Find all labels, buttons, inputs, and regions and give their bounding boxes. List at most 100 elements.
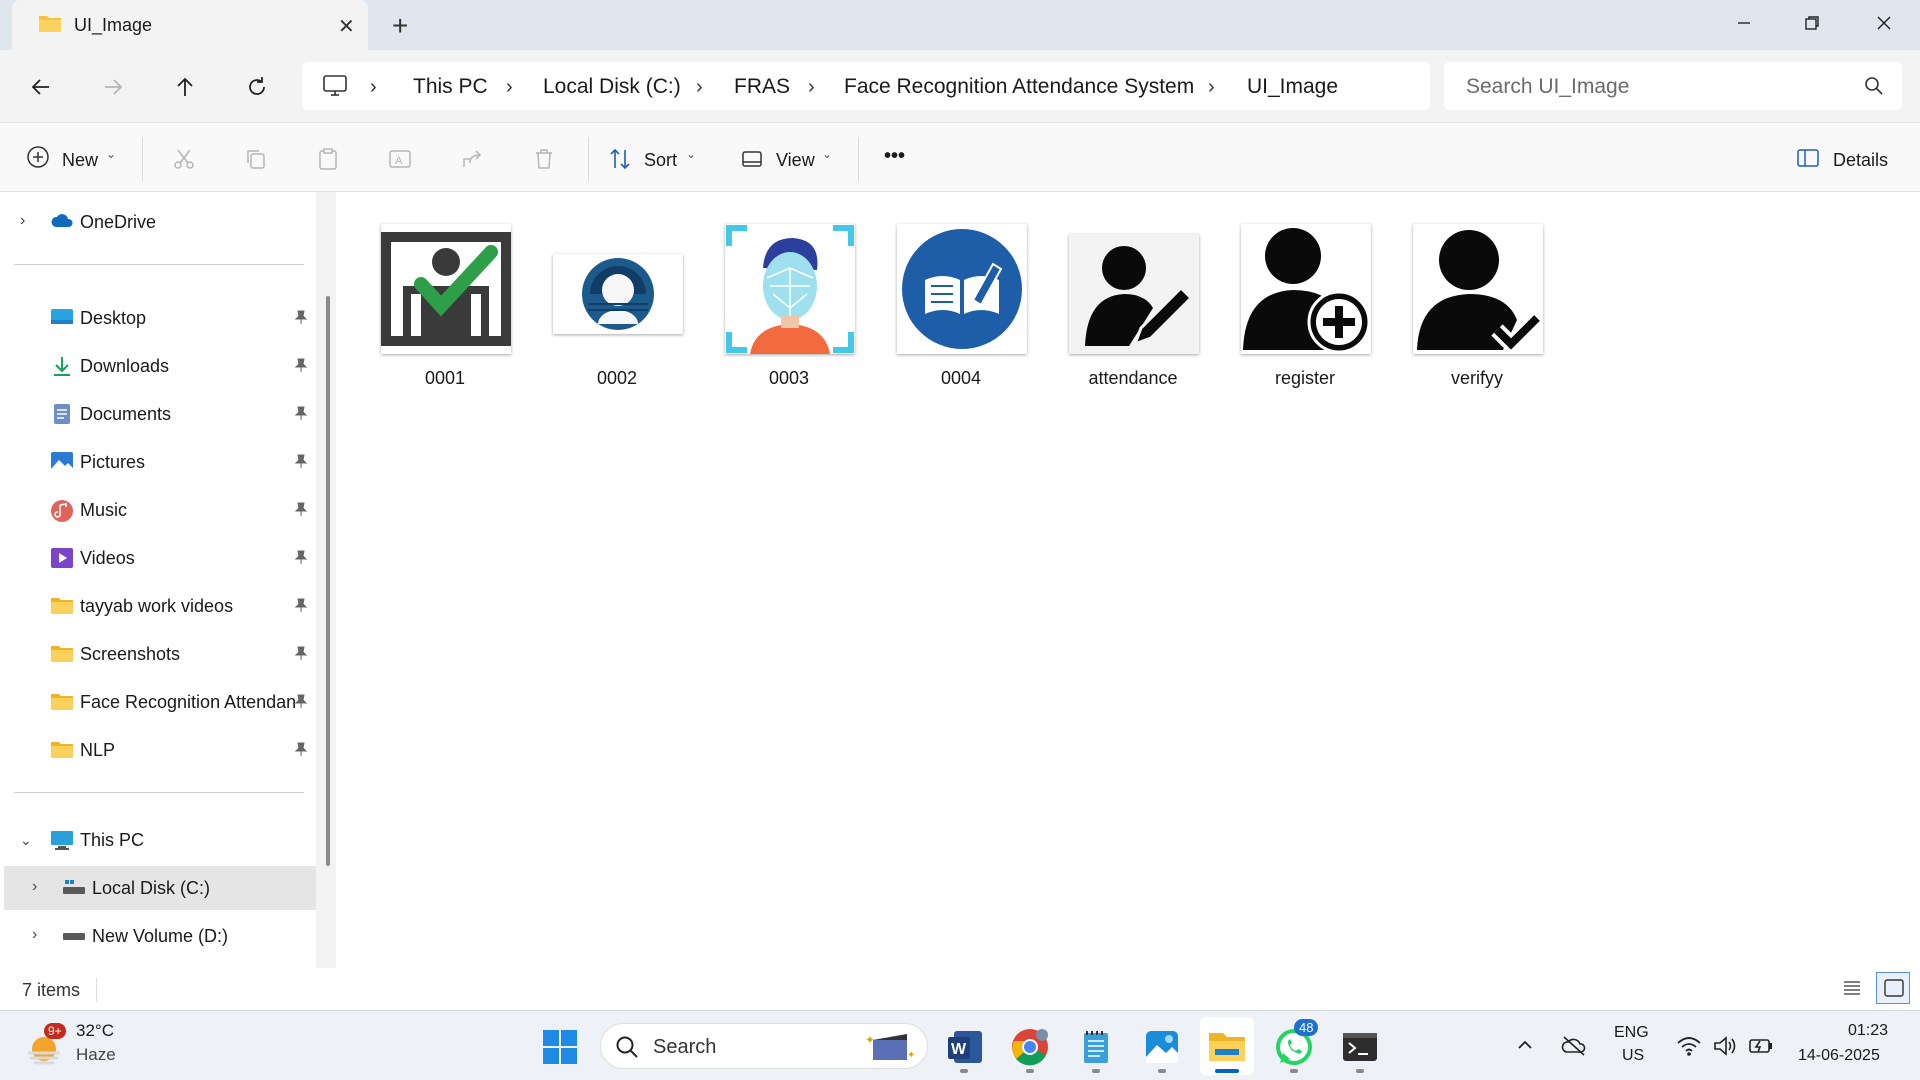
rename-button[interactable]: A (388, 147, 412, 171)
copy-icon (247, 150, 265, 169)
more-options-button[interactable]: ••• (884, 145, 905, 168)
sort-button[interactable]: Sort (644, 150, 677, 171)
sidebar-item-music[interactable]: Music (0, 488, 316, 532)
minimize-button[interactable] (1724, 8, 1764, 38)
sidebar-item-face-recognition[interactable]: Face Recognition Attendan (0, 680, 316, 724)
sidebar-item-pictures[interactable]: Pictures (0, 440, 316, 484)
close-window-button[interactable] (1864, 8, 1904, 38)
drive-icon (62, 877, 86, 897)
chevron-right-icon[interactable]: › (20, 212, 25, 230)
onedrive-status-icon[interactable] (1560, 1033, 1588, 1057)
clock-date[interactable]: 14-06-2025 (1798, 1047, 1880, 1065)
volume-icon[interactable] (1712, 1035, 1738, 1057)
breadcrumb-fras[interactable]: FRAS (734, 75, 790, 99)
file-item-0003[interactable]: 0003 (714, 208, 864, 388)
terminal-app-button[interactable] (1340, 1027, 1380, 1067)
back-button[interactable] (26, 72, 56, 102)
svg-text:A: A (395, 155, 403, 167)
chevron-right-icon[interactable]: › (506, 76, 513, 99)
show-hidden-icons-button[interactable] (1515, 1035, 1535, 1055)
weather-widget[interactable]: 9+ (24, 1023, 66, 1067)
share-button[interactable] (460, 147, 484, 171)
details-button[interactable]: Details (1833, 150, 1888, 171)
file-item-verifyy[interactable]: verifyy (1402, 208, 1552, 388)
folder-icon (50, 643, 74, 663)
clock-time[interactable]: 01:23 (1848, 1022, 1888, 1040)
terminal-icon (1343, 1033, 1377, 1061)
breadcrumb-ui-image[interactable]: UI_Image (1247, 75, 1338, 99)
search-icon (615, 1035, 639, 1059)
sidebar-item-screenshots[interactable]: Screenshots (0, 632, 316, 676)
breadcrumb-this-pc[interactable]: This PC (413, 75, 488, 99)
sidebar-scrollbar-thumb[interactable] (326, 296, 330, 866)
chevron-right-icon[interactable]: › (32, 926, 37, 944)
whatsapp-app-button[interactable]: 48 (1274, 1019, 1319, 1067)
wifi-icon[interactable] (1676, 1035, 1702, 1057)
sidebar-item-documents[interactable]: Documents (0, 392, 316, 436)
new-button[interactable]: New (62, 150, 98, 171)
start-button[interactable] (540, 1027, 580, 1067)
sidebar-item-local-disk-c[interactable]: › Local Disk (C:) (4, 866, 316, 910)
chevron-down-icon: ⌄ (686, 147, 697, 161)
language-indicator[interactable]: ENG (1614, 1024, 1649, 1042)
copy-button[interactable] (244, 147, 268, 171)
sidebar-item-onedrive[interactable]: › OneDrive (0, 200, 316, 244)
refresh-button[interactable] (242, 72, 272, 102)
sidebar-item-new-volume-d[interactable]: › New Volume (D:) (0, 914, 316, 958)
file-item-0002[interactable]: 0002 (542, 208, 692, 388)
chevron-right-icon[interactable]: › (32, 878, 37, 896)
chevron-right-icon[interactable]: › (696, 76, 703, 99)
breadcrumb-local-disk[interactable]: Local Disk (C:) (543, 75, 681, 99)
sidebar-item-desktop[interactable]: Desktop (0, 296, 316, 340)
new-tab-button[interactable]: + (392, 10, 408, 42)
restore-button[interactable] (1792, 8, 1832, 38)
file-explorer-app-button[interactable] (1200, 1017, 1254, 1075)
tiles-view-button[interactable] (1876, 972, 1910, 1004)
up-button[interactable] (170, 72, 200, 102)
sort-icon (608, 147, 632, 171)
chevron-right-icon[interactable]: › (808, 76, 815, 99)
cut-button[interactable] (172, 147, 196, 171)
separator (858, 137, 859, 181)
file-item-attendance[interactable]: attendance (1058, 208, 1208, 388)
search-placeholder: Search UI_Image (1466, 75, 1630, 98)
face-avatar-icon (553, 254, 683, 334)
sidebar-item-this-pc[interactable]: ⌄ This PC (0, 818, 316, 862)
battery-icon[interactable] (1748, 1035, 1774, 1057)
details-view-button[interactable] (1842, 978, 1862, 998)
file-item-0004[interactable]: 0004 (886, 208, 1036, 388)
sidebar-item-label: Documents (80, 404, 172, 424)
word-app-button[interactable]: W (944, 1027, 984, 1067)
forward-button[interactable] (98, 72, 128, 102)
tab-ui-image[interactable]: UI_Image ✕ (12, 0, 368, 50)
chevron-down-icon: ⌄ (822, 147, 833, 161)
breadcrumb[interactable]: › This PC › Local Disk (C:) › FRAS › Fac… (302, 62, 1430, 110)
chevron-right-icon[interactable]: › (1208, 76, 1215, 99)
chevron-down-icon[interactable]: ⌄ (20, 832, 32, 849)
file-item-0001[interactable]: 0001 (370, 208, 520, 388)
command-bar: New ⌄ A Sort ⌄ View ⌄ ••• Details (0, 122, 1920, 192)
taskbar-search-box[interactable]: Search ✦ ✦ (600, 1023, 928, 1069)
file-item-register[interactable]: register (1230, 208, 1380, 388)
chevron-right-icon[interactable]: › (370, 76, 377, 99)
sidebar-item-nlp[interactable]: NLP (0, 728, 316, 772)
photos-app-button[interactable] (1142, 1027, 1182, 1067)
close-tab-button[interactable]: ✕ (338, 14, 355, 39)
item-count: 7 items (22, 980, 81, 1000)
rename-icon: A (389, 150, 411, 168)
delete-button[interactable] (532, 147, 556, 171)
chrome-app-button[interactable] (1010, 1027, 1050, 1067)
view-button[interactable]: View (776, 150, 815, 171)
notepad-app-button[interactable] (1076, 1027, 1116, 1067)
paste-button[interactable] (316, 147, 340, 171)
search-input[interactable]: Search UI_Image (1444, 62, 1902, 110)
desktop-icon (50, 307, 74, 327)
sidebar-item-tayyab-work-videos[interactable]: tayyab work videos (0, 584, 316, 628)
sidebar-item-downloads[interactable]: Downloads (0, 344, 316, 388)
keyboard-layout-indicator[interactable]: US (1622, 1047, 1644, 1065)
music-icon (50, 499, 74, 523)
sidebar-item-label: Desktop (80, 308, 147, 328)
search-icon (1864, 76, 1884, 96)
breadcrumb-face-recognition[interactable]: Face Recognition Attendance System (844, 75, 1194, 99)
sidebar-item-videos[interactable]: Videos (0, 536, 316, 580)
